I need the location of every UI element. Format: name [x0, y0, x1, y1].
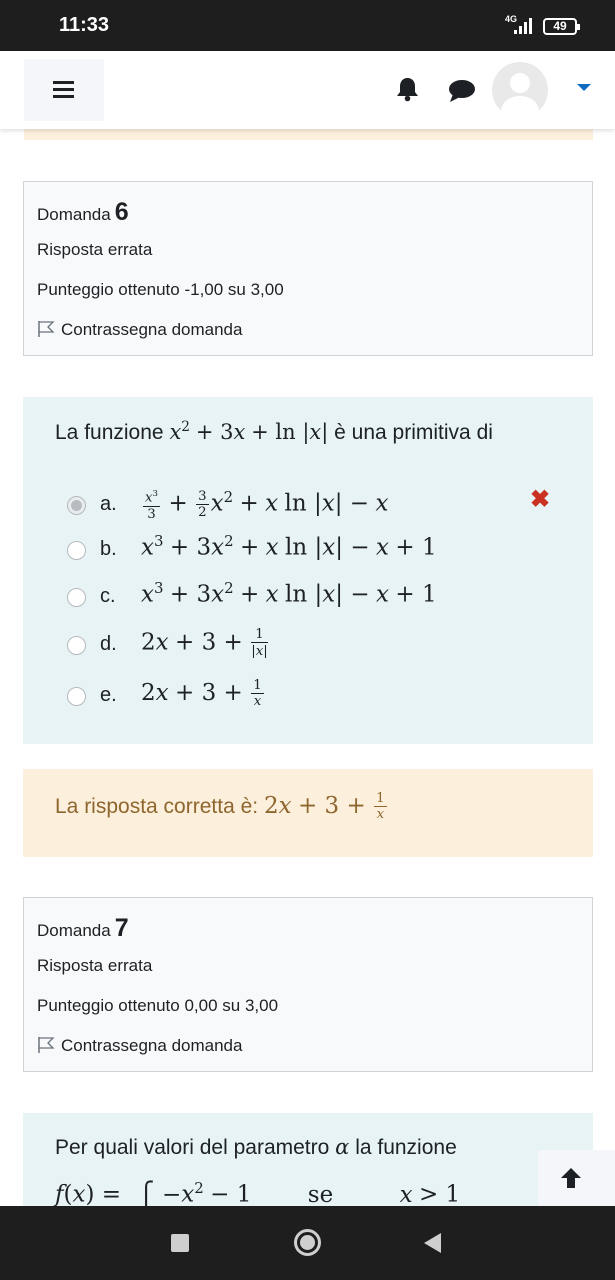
wrong-answer-icon: ✖	[530, 486, 551, 513]
question-number: Domanda 7	[37, 914, 129, 942]
chevron-down-icon[interactable]	[577, 84, 591, 91]
top-navbar	[0, 51, 615, 129]
answer-expression: 2x + 3 + 1x	[141, 678, 264, 710]
battery-level: 49	[553, 19, 567, 33]
answer-expression: 2x + 3 + 1 |x|	[141, 627, 268, 660]
signal-icon	[514, 18, 536, 34]
answer-expression: x3 + 3x2 + x ln |x| − x + 1	[141, 532, 437, 561]
clock: 11:33	[59, 14, 110, 36]
avatar[interactable]	[492, 62, 548, 118]
question-number: Domanda 6	[37, 198, 129, 226]
question-formulation: La funzione x2 + 3x + ln |x| è una primi…	[23, 397, 593, 744]
answer-radio[interactable]	[67, 588, 86, 607]
feedback-label: La risposta corretta è:	[55, 794, 259, 818]
answer-radio[interactable]	[67, 636, 86, 655]
question-grade: Punteggio ottenuto 0,00 su 3,00	[37, 996, 279, 1015]
answer-letter: a.	[100, 493, 117, 515]
hamburger-icon[interactable]	[24, 59, 104, 121]
flag-icon	[38, 321, 55, 337]
answer-letter: b.	[100, 538, 117, 560]
answer-letter: c.	[100, 585, 116, 607]
question-state: Risposta errata	[37, 956, 153, 975]
flag-label: Contrassegna domanda	[61, 1036, 243, 1055]
correct-answer-expression: 2x + 3 + 1x	[263, 791, 387, 823]
question-text: Per quali valori del parametro α la funz…	[55, 1135, 457, 1159]
answer-letter: d.	[100, 633, 117, 655]
question-info: Domanda 6 Risposta errata Punteggio otten…	[23, 181, 593, 356]
back-icon[interactable]	[424, 1233, 441, 1253]
arrow-up-icon	[561, 1168, 581, 1188]
battery-icon: 49	[543, 18, 580, 35]
flag-icon	[38, 1037, 55, 1053]
chat-icon[interactable]	[448, 79, 476, 103]
question-state: Risposta errata	[37, 240, 153, 259]
question-formula: f(x) = ⎧ −x2 − 1 se x > 1	[55, 1179, 461, 1206]
answer-letter: e.	[100, 684, 117, 706]
answer-expression: x3 3 + 3 2 x2 + x ln |x| − x	[143, 487, 389, 522]
bell-icon[interactable]	[395, 76, 420, 102]
system-navigation-bar	[0, 1206, 615, 1280]
flag-question[interactable]: Contrassegna domanda	[37, 320, 242, 340]
correct-answer-feedback: La risposta corretta è: 2x + 3 + 1x	[23, 769, 593, 857]
answer-expression: x3 + 3x2 + x ln |x| − x + 1	[141, 579, 437, 608]
flag-label: Contrassegna domanda	[61, 320, 243, 339]
question-info: Domanda 7 Risposta errata Punteggio otten…	[23, 897, 593, 1072]
flag-question[interactable]: Contrassegna domanda	[37, 1036, 242, 1056]
recent-apps-icon[interactable]	[171, 1234, 189, 1252]
answer-radio[interactable]	[67, 687, 86, 706]
home-icon[interactable]	[294, 1229, 321, 1256]
previous-feedback	[24, 129, 593, 140]
status-bar: 11:33 4G 49	[0, 0, 615, 51]
question-formulation: Per quali valori del parametro α la funz…	[23, 1113, 593, 1206]
question-text: La funzione x2 + 3x + ln |x| è una primi…	[55, 419, 493, 444]
answer-radio[interactable]	[67, 541, 86, 560]
answer-radio[interactable]	[67, 496, 86, 515]
question-grade: Punteggio ottenuto -1,00 su 3,00	[37, 280, 284, 299]
back-to-top-button[interactable]	[538, 1150, 615, 1206]
